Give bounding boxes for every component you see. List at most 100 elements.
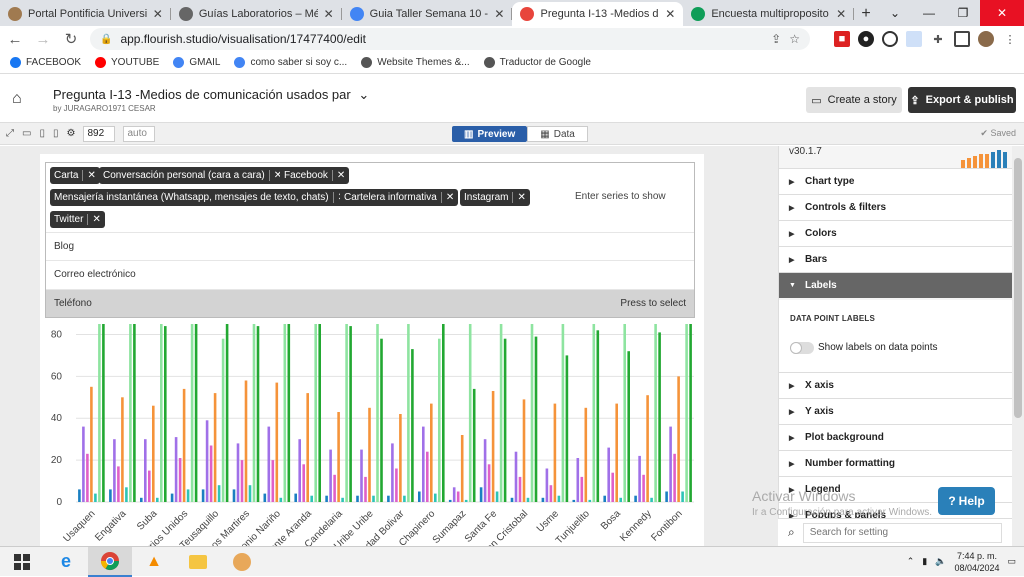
- height-input[interactable]: [123, 125, 156, 142]
- maximize-icon[interactable]: ❐: [946, 0, 980, 26]
- bar[interactable]: [356, 495, 359, 502]
- remove-chip-icon[interactable]: ✕: [440, 192, 458, 203]
- bar[interactable]: [213, 393, 217, 502]
- bar[interactable]: [133, 324, 136, 502]
- bar[interactable]: [376, 324, 379, 502]
- tab-close-icon[interactable]: ✕: [836, 7, 846, 21]
- bar[interactable]: [557, 495, 561, 502]
- bar[interactable]: [217, 485, 221, 502]
- bar[interactable]: [287, 324, 291, 502]
- bookmark-item[interactable]: Traductor de Google: [483, 57, 591, 68]
- bar[interactable]: [530, 324, 534, 502]
- bar[interactable]: [205, 420, 209, 502]
- bookmark-item[interactable]: GMAIL: [173, 57, 220, 68]
- bar[interactable]: [256, 326, 260, 502]
- series-selector[interactable]: Carta ✕ Conversación personal (cara a cara…: [45, 162, 695, 318]
- chrome-taskbar-icon[interactable]: [88, 546, 132, 577]
- forward-arrow-icon[interactable]: →: [34, 31, 52, 48]
- bar[interactable]: [418, 491, 421, 503]
- browser-tab[interactable]: Guías Laboratorios – Métodos ✕: [171, 2, 342, 26]
- new-tab-button[interactable]: +: [854, 2, 878, 26]
- bar[interactable]: [646, 395, 649, 502]
- bar[interactable]: [510, 497, 514, 502]
- scrollbar-thumb[interactable]: [1014, 158, 1022, 418]
- bar[interactable]: [522, 399, 526, 502]
- bar[interactable]: [411, 349, 414, 502]
- create-story-button[interactable]: ▭ Create a story: [806, 87, 902, 113]
- bar[interactable]: [391, 443, 394, 502]
- chevron-up-icon[interactable]: ⌃: [907, 556, 915, 567]
- bar[interactable]: [298, 439, 301, 502]
- bookmark-item[interactable]: FACEBOOK: [10, 57, 81, 68]
- bar[interactable]: [681, 491, 684, 503]
- bar[interactable]: [638, 455, 641, 502]
- bar[interactable]: [576, 458, 580, 502]
- bar[interactable]: [318, 324, 321, 502]
- settings-section[interactable]: ▶ Plot background: [779, 424, 1013, 450]
- puzzle-icon[interactable]: ✚: [930, 31, 946, 47]
- tab-close-icon[interactable]: ✕: [153, 7, 163, 21]
- series-option-telefono[interactable]: Teléfono Press to select: [46, 289, 694, 317]
- bar[interactable]: [689, 324, 692, 502]
- bar[interactable]: [236, 443, 240, 502]
- bar[interactable]: [109, 489, 112, 502]
- tab-close-icon[interactable]: ✕: [665, 7, 675, 21]
- bar[interactable]: [125, 487, 128, 502]
- sidepanel-icon[interactable]: [954, 31, 970, 47]
- star-icon[interactable]: ☆: [789, 32, 800, 46]
- bar[interactable]: [596, 330, 600, 502]
- bar[interactable]: [479, 487, 483, 502]
- browser-tab[interactable]: Portal Pontificia Universidad Ja ✕: [0, 2, 171, 26]
- back-arrow-icon[interactable]: ←: [6, 31, 24, 48]
- bar[interactable]: [561, 324, 565, 502]
- extension-doc-icon[interactable]: [906, 31, 922, 47]
- bar[interactable]: [252, 324, 256, 502]
- bar[interactable]: [460, 435, 464, 502]
- settings-section[interactable]: ▶ Bars: [779, 246, 1013, 272]
- project-title[interactable]: Pregunta I-13 -Medios de comunicación us…: [53, 87, 369, 103]
- bar[interactable]: [164, 326, 167, 502]
- bar[interactable]: [194, 324, 198, 502]
- help-button[interactable]: ? Help: [938, 487, 995, 515]
- bar[interactable]: [634, 495, 637, 502]
- bar[interactable]: [314, 324, 317, 502]
- ie-taskbar-icon[interactable]: e: [44, 547, 88, 577]
- bar[interactable]: [98, 324, 101, 502]
- bar[interactable]: [82, 426, 85, 502]
- bookmark-item[interactable]: YOUTUBE: [95, 57, 159, 68]
- explorer-taskbar-icon[interactable]: [176, 547, 220, 577]
- series-option-blog[interactable]: Blog: [46, 232, 694, 260]
- bar[interactable]: [669, 426, 672, 502]
- bar[interactable]: [665, 491, 668, 503]
- bar[interactable]: [209, 445, 213, 503]
- width-input[interactable]: [83, 125, 116, 142]
- settings-section[interactable]: ▼ Labels: [779, 272, 1013, 298]
- settings-section[interactable]: ▶ Controls & filters: [779, 194, 1013, 220]
- bar[interactable]: [483, 439, 487, 502]
- bar[interactable]: [302, 464, 305, 502]
- bar[interactable]: [464, 499, 468, 502]
- bar[interactable]: [201, 489, 205, 502]
- bar[interactable]: [472, 388, 476, 502]
- bar[interactable]: [263, 493, 267, 502]
- bar[interactable]: [341, 497, 344, 502]
- bar[interactable]: [271, 460, 275, 502]
- bar[interactable]: [545, 468, 549, 503]
- bar[interactable]: [588, 499, 592, 502]
- extension-circle-icon[interactable]: [882, 31, 898, 47]
- bar[interactable]: [329, 449, 332, 502]
- bar[interactable]: [152, 405, 155, 502]
- clock[interactable]: 7:44 p. m. 08/04/2024: [954, 550, 999, 574]
- bar[interactable]: [117, 466, 120, 502]
- bar[interactable]: [225, 324, 229, 502]
- home-icon[interactable]: ⌂: [12, 91, 30, 107]
- bar[interactable]: [345, 324, 348, 502]
- bar[interactable]: [572, 499, 576, 502]
- settings-section[interactable]: ▶ Chart type: [779, 168, 1013, 194]
- bar[interactable]: [430, 403, 433, 502]
- series-option-correo[interactable]: Correo electrónico: [46, 260, 694, 288]
- bar[interactable]: [642, 474, 645, 502]
- bar[interactable]: [584, 407, 588, 502]
- bar[interactable]: [468, 324, 472, 502]
- bar[interactable]: [580, 476, 584, 502]
